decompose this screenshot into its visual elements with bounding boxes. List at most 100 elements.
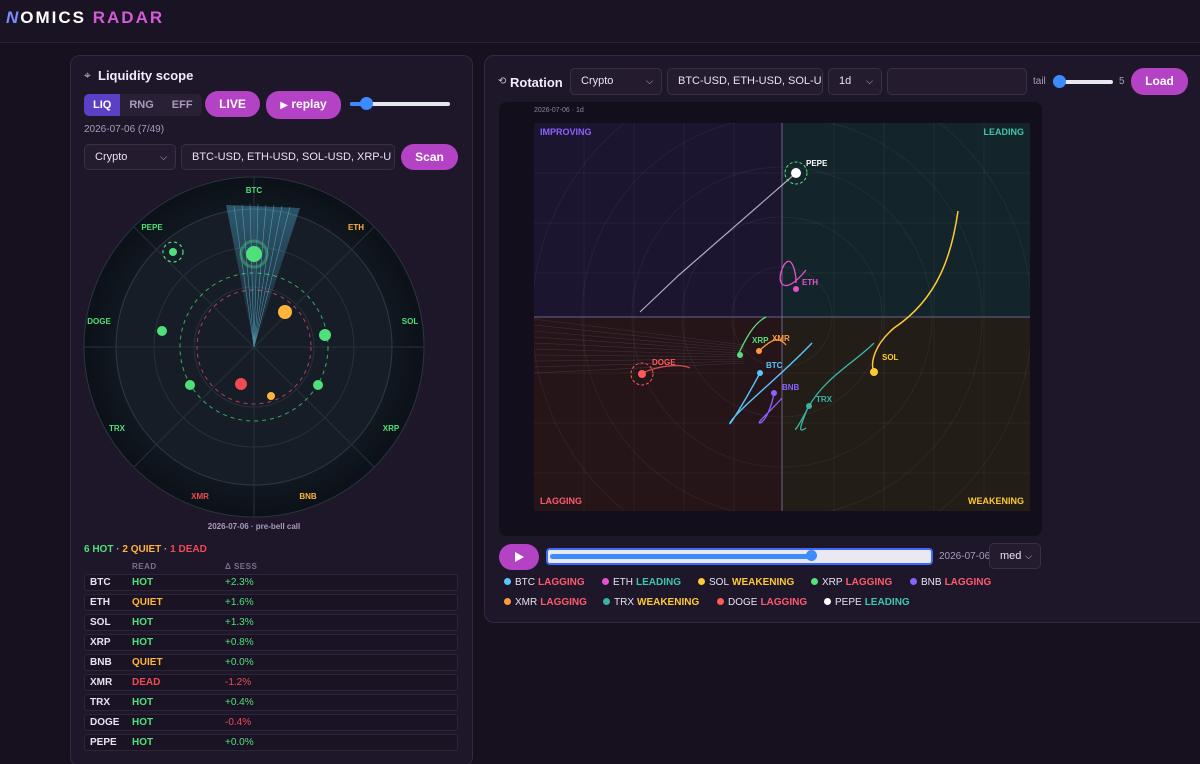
replay-slider[interactable] [350,97,450,110]
radar-blip-doge[interactable] [157,326,167,336]
quadrant-improving: IMPROVING [540,127,592,137]
legend-item-btc[interactable]: BTC LAGGING [504,577,585,588]
load-button[interactable]: Load [1131,68,1188,95]
radar-blip-sol[interactable] [319,329,331,341]
legend-item-trx[interactable]: TRX WEAKENING [603,597,699,608]
radar-label-bnb: BNB [299,492,317,501]
legend-item-pepe[interactable]: PEPE LEADING [824,597,910,608]
live-button[interactable]: LIVE [205,91,260,117]
asset-class-select[interactable]: Crypto ⌵ [84,144,176,170]
radar-blip-trx[interactable] [185,380,195,390]
dead-count: 1 DEAD [170,544,207,555]
symbols-input[interactable]: BTC-USD, ETH-USD, SOL-USD, XRP-U [181,144,395,170]
liquidity-radar: BTC ETH SOL XRP BNB XMR TRX DOGE PEPE [83,176,425,518]
radar-blip-eth[interactable] [278,305,292,319]
table-row[interactable]: DOGE HOT -0.4% [84,714,458,731]
legend-item-xrp[interactable]: XRP LAGGING [811,577,892,588]
slider-knob[interactable] [360,97,373,110]
table-row[interactable]: BNB QUIET +0.0% [84,654,458,671]
table-row[interactable]: PEPE HOT +0.0% [84,734,458,751]
point-label-sol: SOL [882,353,899,362]
rotation-point-xrp[interactable] [737,352,743,358]
quadrant-lagging: LAGGING [540,496,582,506]
timeline-knob[interactable] [806,550,817,561]
legend-state: LAGGING [760,597,808,608]
legend-symbol: PEPE [835,597,862,608]
radar-blip-xmr[interactable] [235,378,247,390]
tab-liq[interactable]: LIQ [84,94,121,116]
row-symbol: TRX [90,697,110,708]
rotation-point-eth[interactable] [793,286,799,292]
column-delta: Δ SESS [225,562,258,571]
legend-state: WEAKENING [637,597,700,608]
legend-dot [504,598,511,605]
rotation-point-xmr[interactable] [756,348,762,354]
chevron-down-icon: ⌵ [646,76,653,86]
logo-mark: N [6,8,21,27]
tail-slider[interactable] [1053,75,1113,88]
table-row[interactable]: XMR DEAD -1.2% [84,674,458,691]
table-row[interactable]: TRX HOT +0.4% [84,694,458,711]
rotation-point-sol[interactable] [870,368,878,376]
tab-eff[interactable]: EFF [163,94,202,116]
row-read: HOT [132,697,154,708]
radar-blip-pepe[interactable] [169,248,177,256]
interval-select[interactable]: 1d ⌵ [828,68,882,95]
replay-button[interactable]: ▶ replay [266,91,341,119]
point-label-xrp: XRP [752,336,769,345]
rotation-point-btc[interactable] [757,370,763,376]
radar-blip-btc[interactable] [246,246,262,262]
legend-item-bnb[interactable]: BNB LAGGING [910,577,991,588]
legend-item-xmr[interactable]: XMR LAGGING [504,597,587,608]
chart-caption: 2026-07-06 · 1d [534,107,584,114]
table-row[interactable]: XRP HOT +0.8% [84,634,458,651]
row-read: HOT [132,577,154,588]
row-delta: +0.0% [225,737,254,748]
legend-item-sol[interactable]: SOL WEAKENING [698,577,794,588]
legend-state: LEADING [864,597,910,608]
radar-blip-bnb[interactable] [267,392,275,400]
radar-caption: 2026-07-06 · pre-bell call [207,522,301,531]
row-read: HOT [132,717,154,728]
table-row[interactable]: BTC HOT +2.3% [84,574,458,591]
legend-symbol: BNB [921,577,942,588]
row-symbol: XMR [90,677,113,688]
rotation-point-doge[interactable] [638,370,646,378]
summary-sep: · [116,544,120,555]
legend-dot [910,578,917,585]
rotation-asset-value: Crypto [581,75,614,87]
table-row[interactable]: SOL HOT +1.3% [84,614,458,631]
crosshair-icon: ⌖ [84,68,91,82]
radar-label-trx: TRX [109,424,126,433]
row-read: HOT [132,617,154,628]
tab-rng[interactable]: RNG [120,94,162,116]
scan-button[interactable]: Scan [401,144,458,170]
point-label-doge: DOGE [652,358,676,367]
tail-slider-knob[interactable] [1053,75,1066,88]
timeline-slider[interactable] [546,548,933,565]
table-row[interactable]: ETH QUIET +1.6% [84,594,458,611]
legend-symbol: XMR [515,597,538,608]
chevron-down-icon: ⌵ [160,152,167,162]
rotation-symbols-input[interactable]: BTC-USD, ETH-USD, SOL-U [667,68,823,95]
speed-select[interactable]: med ⌵ [989,543,1041,569]
rotation-chart: IMPROVING LEADING LAGGING WEAKENING PEPE… [534,123,1030,511]
rotation-point-trx[interactable] [806,403,812,409]
asset-class-value: Crypto [95,151,128,163]
legend-symbol: DOGE [728,597,758,608]
radar-label-eth: ETH [348,223,364,232]
timeline-play-button[interactable] [499,544,539,570]
legend-dot [811,578,818,585]
legend-item-eth[interactable]: ETH LEADING [602,577,681,588]
radar-label-sol: SOL [402,317,419,326]
rotation-point-pepe[interactable] [791,168,801,178]
radar-blip-xrp[interactable] [313,380,323,390]
rotation-asset-select[interactable]: Crypto ⌵ [570,68,662,95]
read-summary: 6 HOT · 2 QUIET · 1 DEAD [84,544,207,555]
legend-item-doge[interactable]: DOGE LAGGING [717,597,807,608]
extra-input[interactable] [887,68,1027,95]
rotation-point-bnb[interactable] [771,390,777,396]
row-delta: +0.4% [225,697,254,708]
row-read: DEAD [132,677,161,688]
app-logo[interactable]: NOMICS RADAR [6,8,164,28]
